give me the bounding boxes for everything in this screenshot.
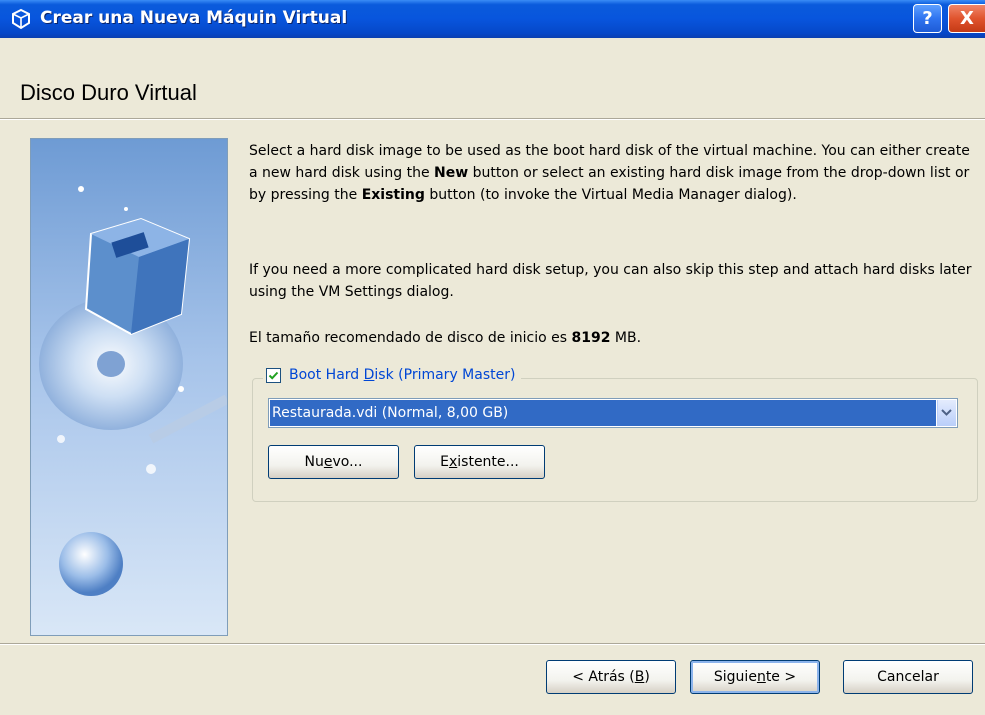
description-text: Select a hard disk image to be used as t… (249, 140, 979, 346)
header-divider (0, 118, 985, 120)
description-paragraph-2: If you need a more complicated hard disk… (249, 262, 972, 300)
chevron-down-icon (941, 409, 952, 416)
boot-hard-disk-group (252, 378, 978, 502)
description-paragraph-1: Select a hard disk image to be used as t… (249, 143, 970, 203)
wizard-dialog: Crear una Nueva Máquin Virtual ? X Disco… (0, 0, 985, 715)
title-bar[interactable]: Crear una Nueva Máquin Virtual ? X (0, 0, 985, 38)
virtualbox-icon (12, 8, 30, 30)
help-button[interactable]: ? (913, 4, 942, 33)
page-title: Disco Duro Virtual (20, 80, 197, 105)
checkmark-icon (268, 371, 279, 380)
close-button[interactable]: X (948, 4, 985, 33)
boot-hard-disk-label: Boot Hard Disk (Primary Master) (289, 367, 516, 383)
back-button[interactable]: < Atrás (B) (546, 660, 676, 694)
hard-disk-dropdown[interactable]: Restaurada.vdi (Normal, 8,00 GB) (268, 398, 958, 428)
wizard-header (0, 38, 985, 118)
dropdown-arrow-button[interactable] (937, 400, 956, 426)
window-title: Crear una Nueva Máquin Virtual (40, 8, 348, 28)
recommended-size-text: El tamaño recomendado de disco de inicio… (249, 330, 642, 346)
boot-hard-disk-checkbox[interactable] (266, 367, 281, 383)
cancel-button[interactable]: Cancelar (843, 660, 973, 694)
existing-disk-button[interactable]: Existente... (414, 445, 545, 479)
hard-disk-selected-value: Restaurada.vdi (Normal, 8,00 GB) (270, 400, 936, 426)
next-button[interactable]: Siguiente > (690, 660, 820, 694)
footer-divider (0, 643, 985, 645)
boot-hard-disk-toggle[interactable]: Boot Hard Disk (Primary Master) (263, 367, 522, 383)
new-disk-button[interactable]: Nuevo... (268, 445, 399, 479)
wizard-side-image (30, 138, 228, 636)
